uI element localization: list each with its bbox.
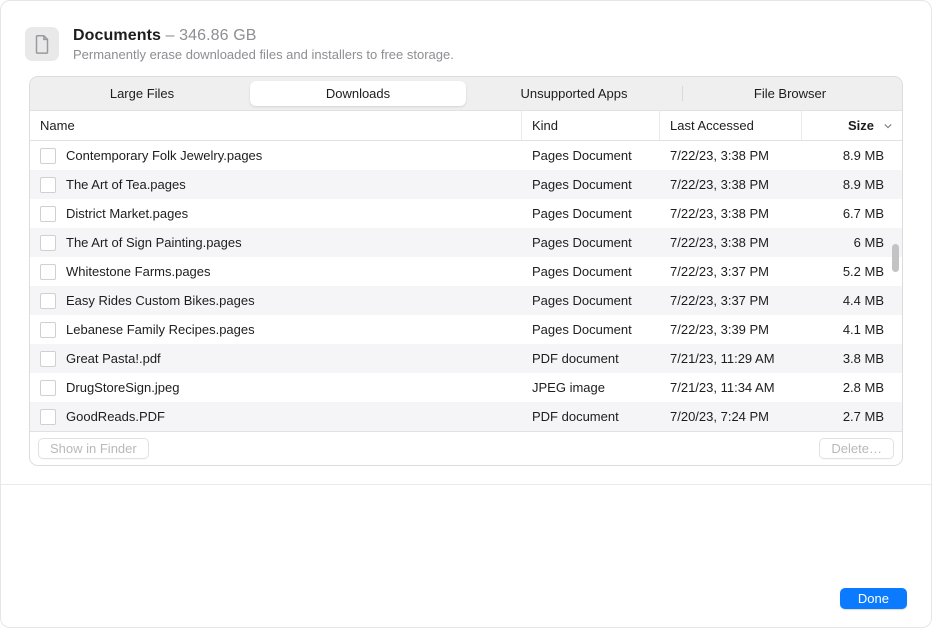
cell-last-accessed: 7/22/23, 3:39 PM <box>660 322 802 337</box>
file-icon <box>40 409 56 425</box>
show-in-finder-button[interactable]: Show in Finder <box>38 438 149 459</box>
tab-file-browser[interactable]: File Browser <box>682 81 898 106</box>
cell-size: 8.9 MB <box>802 148 902 163</box>
file-icon <box>40 351 56 367</box>
cell-kind: Pages Document <box>522 264 660 279</box>
file-name: District Market.pages <box>66 206 188 221</box>
cell-size: 8.9 MB <box>802 177 902 192</box>
cell-kind: Pages Document <box>522 206 660 221</box>
cell-last-accessed: 7/22/23, 3:38 PM <box>660 235 802 250</box>
title-text: Documents <box>73 27 161 44</box>
page-title: Documents – 346.86 GB <box>73 27 454 45</box>
footer-divider <box>1 484 931 485</box>
table-row[interactable]: District Market.pages Pages Document7/22/… <box>30 199 902 228</box>
cell-name: The Art of Tea.pages <box>30 177 522 193</box>
cell-size: 2.7 MB <box>802 409 902 424</box>
chevron-down-icon <box>884 118 892 133</box>
tab-unsupported-apps[interactable]: Unsupported Apps <box>466 81 682 106</box>
tabs: Large FilesDownloadsUnsupported AppsFile… <box>30 77 902 111</box>
file-icon <box>40 293 56 309</box>
cell-last-accessed: 7/22/23, 3:38 PM <box>660 177 802 192</box>
storage-size: 346.86 GB <box>179 27 256 44</box>
file-rows: Contemporary Folk Jewelry.pages Pages Doc… <box>30 141 902 431</box>
table-row[interactable]: The Art of Tea.pages Pages Document7/22/2… <box>30 170 902 199</box>
table-row[interactable]: DrugStoreSign.jpeg JPEG image7/21/23, 11:… <box>30 373 902 402</box>
cell-size: 6 MB <box>802 235 902 250</box>
file-name: Easy Rides Custom Bikes.pages <box>66 293 255 308</box>
file-name: Great Pasta!.pdf <box>66 351 161 366</box>
table-row[interactable]: Lebanese Family Recipes.pages Pages Docum… <box>30 315 902 344</box>
tab-large-files[interactable]: Large Files <box>34 81 250 106</box>
cell-kind: PDF document <box>522 351 660 366</box>
file-icon <box>40 264 56 280</box>
file-icon <box>40 148 56 164</box>
cell-size: 4.4 MB <box>802 293 902 308</box>
cell-kind: Pages Document <box>522 293 660 308</box>
header-text: Documents – 346.86 GB Permanently erase … <box>73 27 454 62</box>
cell-kind: Pages Document <box>522 322 660 337</box>
column-headers: Name Kind Last Accessed Size <box>30 111 902 141</box>
cell-kind: Pages Document <box>522 177 660 192</box>
file-name: Lebanese Family Recipes.pages <box>66 322 255 337</box>
content-frame: Large FilesDownloadsUnsupported AppsFile… <box>29 76 903 466</box>
table-row[interactable]: Contemporary Folk Jewelry.pages Pages Doc… <box>30 141 902 170</box>
file-name: Whitestone Farms.pages <box>66 264 211 279</box>
cell-name: GoodReads.PDF <box>30 409 522 425</box>
file-name: The Art of Sign Painting.pages <box>66 235 242 250</box>
cell-kind: JPEG image <box>522 380 660 395</box>
file-name: The Art of Tea.pages <box>66 177 186 192</box>
cell-last-accessed: 7/21/23, 11:34 AM <box>660 380 802 395</box>
subtitle: Permanently erase downloaded files and i… <box>73 47 454 62</box>
table-row[interactable]: Easy Rides Custom Bikes.pages Pages Docum… <box>30 286 902 315</box>
file-name: DrugStoreSign.jpeg <box>66 380 179 395</box>
cell-size: 4.1 MB <box>802 322 902 337</box>
cell-last-accessed: 7/22/23, 3:38 PM <box>660 148 802 163</box>
cell-kind: Pages Document <box>522 235 660 250</box>
table-row[interactable]: The Art of Sign Painting.pages Pages Docu… <box>30 228 902 257</box>
cell-kind: Pages Document <box>522 148 660 163</box>
cell-name: Great Pasta!.pdf <box>30 351 522 367</box>
file-name: Contemporary Folk Jewelry.pages <box>66 148 262 163</box>
col-size-header[interactable]: Size <box>802 111 902 140</box>
col-last-header[interactable]: Last Accessed <box>660 111 802 140</box>
cell-name: The Art of Sign Painting.pages <box>30 235 522 251</box>
cell-size: 6.7 MB <box>802 206 902 221</box>
file-name: GoodReads.PDF <box>66 409 165 424</box>
documents-icon <box>25 27 59 61</box>
cell-kind: PDF document <box>522 409 660 424</box>
tab-downloads[interactable]: Downloads <box>250 81 466 106</box>
scrollbar-thumb[interactable] <box>892 244 899 272</box>
cell-name: Whitestone Farms.pages <box>30 264 522 280</box>
delete-button[interactable]: Delete… <box>819 438 894 459</box>
table-row[interactable]: Great Pasta!.pdf PDF document7/21/23, 11:… <box>30 344 902 373</box>
cell-size: 5.2 MB <box>802 264 902 279</box>
cell-last-accessed: 7/20/23, 7:24 PM <box>660 409 802 424</box>
header: Documents – 346.86 GB Permanently erase … <box>1 1 931 76</box>
cell-last-accessed: 7/21/23, 11:29 AM <box>660 351 802 366</box>
file-icon <box>40 177 56 193</box>
file-icon <box>40 380 56 396</box>
cell-size: 3.8 MB <box>802 351 902 366</box>
cell-name: Contemporary Folk Jewelry.pages <box>30 148 522 164</box>
bottom-bar: Show in Finder Delete… <box>30 431 902 465</box>
col-name-header[interactable]: Name <box>30 111 522 140</box>
storage-documents-window: Documents – 346.86 GB Permanently erase … <box>0 0 932 628</box>
file-icon <box>40 206 56 222</box>
table-row[interactable]: GoodReads.PDF PDF document7/20/23, 7:24 P… <box>30 402 902 431</box>
cell-name: DrugStoreSign.jpeg <box>30 380 522 396</box>
cell-size: 2.8 MB <box>802 380 902 395</box>
cell-last-accessed: 7/22/23, 3:38 PM <box>660 206 802 221</box>
cell-last-accessed: 7/22/23, 3:37 PM <box>660 293 802 308</box>
cell-name: Lebanese Family Recipes.pages <box>30 322 522 338</box>
file-icon <box>40 235 56 251</box>
done-button[interactable]: Done <box>840 588 907 609</box>
table-row[interactable]: Whitestone Farms.pages Pages Document7/22… <box>30 257 902 286</box>
cell-name: Easy Rides Custom Bikes.pages <box>30 293 522 309</box>
cell-last-accessed: 7/22/23, 3:37 PM <box>660 264 802 279</box>
footer: Done <box>840 588 907 609</box>
file-icon <box>40 322 56 338</box>
cell-name: District Market.pages <box>30 206 522 222</box>
col-kind-header[interactable]: Kind <box>522 111 660 140</box>
